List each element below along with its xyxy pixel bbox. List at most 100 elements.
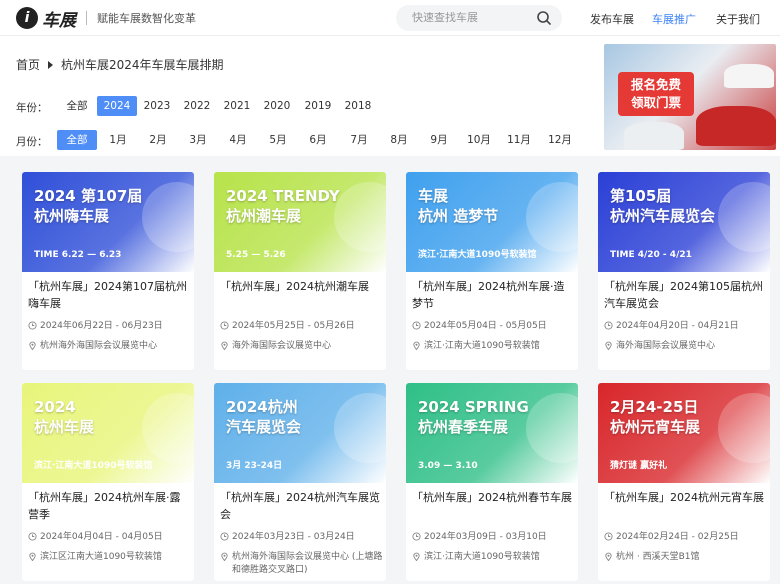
poster-decoration: [334, 393, 386, 463]
month-option-4[interactable]: 4月: [218, 130, 258, 150]
expo-poster-image[interactable]: 2024 杭州车展滨江·江南大道1090号软装馆: [22, 383, 194, 483]
year-option-0[interactable]: 全部: [58, 96, 96, 116]
poster-headline: 2024杭州 汽车展览会: [226, 398, 302, 436]
clock-icon: [220, 532, 229, 541]
clock-icon: [604, 532, 613, 541]
expo-card-title[interactable]: 「杭州车展」2024杭州春节车展: [412, 489, 572, 506]
month-option-6[interactable]: 6月: [298, 130, 338, 150]
year-option-3[interactable]: 2022: [178, 96, 216, 116]
expo-card[interactable]: 2024 TRENDY 杭州潮车展 5.25 — 5.26 「杭州车展」2024杭州…: [214, 172, 386, 370]
expo-card-title[interactable]: 「杭州车展」2024第105届杭州汽车展览会: [604, 278, 764, 312]
year-option-4[interactable]: 2021: [218, 96, 256, 116]
breadcrumb-arrow-icon: [48, 60, 54, 69]
nav-about-us[interactable]: 关于我们: [716, 11, 760, 27]
expo-card-location: 杭州海外海国际会议展览中心: [28, 340, 192, 353]
poster-headline: 2024 SPRING 杭州春季车展: [418, 398, 529, 436]
banner-car-shape: [696, 106, 776, 146]
clock-icon: [28, 532, 37, 541]
poster-headline: 2月24-25日 杭州元宵车展: [610, 398, 701, 436]
location-pin-icon: [413, 341, 420, 350]
banner-car-shape: [624, 122, 684, 150]
poster-subline: TIME 6.22 — 6.23: [34, 250, 122, 260]
expo-card[interactable]: 第105届 杭州汽车展览会 TIME 4/20 - 4/21 「杭州车展」2024第…: [598, 172, 770, 370]
poster-decoration: [142, 182, 194, 252]
location-pin-icon: [221, 341, 228, 350]
expo-poster-image[interactable]: 2024 TRENDY 杭州潮车展 5.25 — 5.26: [214, 172, 386, 272]
logo-divider: [86, 11, 87, 25]
poster-headline: 2024 杭州车展: [34, 398, 95, 436]
location-pin-icon: [29, 552, 36, 561]
breadcrumb: 首页 杭州车展2024年车展车展排期: [16, 56, 224, 73]
month-option-1[interactable]: 1月: [98, 130, 138, 150]
poster-subline: 滨江·江南大道1090号软装馆: [418, 250, 537, 260]
poster-headline: 车展 杭州 造梦节: [418, 187, 499, 225]
search-box[interactable]: [396, 5, 562, 31]
expo-card[interactable]: 2024 SPRING 杭州春季车展 3.09 — 3.10 「杭州车展」2024杭…: [406, 383, 578, 581]
site-slogan: 赋能车展数智化变革: [97, 12, 196, 25]
expo-card-date: 2024年04月20日 - 04月21日: [604, 320, 768, 333]
month-option-2[interactable]: 2月: [138, 130, 178, 150]
month-option-0[interactable]: 全部: [57, 130, 97, 150]
breadcrumb-home[interactable]: 首页: [16, 56, 40, 73]
month-filter-label: 月份：: [16, 136, 48, 148]
nav-expo-promotion[interactable]: 车展推广: [652, 11, 696, 27]
search-icon[interactable]: [536, 10, 552, 26]
month-option-10[interactable]: 10月: [459, 130, 499, 150]
year-option-5[interactable]: 2020: [258, 96, 296, 116]
nav-publish-expo[interactable]: 发布车展: [590, 11, 634, 27]
expo-card[interactable]: 2024杭州 汽车展览会 3月 23-24日「杭州车展」2024杭州汽车展览会 20…: [214, 383, 386, 581]
expo-card[interactable]: 2024 杭州车展滨江·江南大道1090号软装馆「杭州车展」2024杭州车展·露…: [22, 383, 194, 581]
expo-card-location: 杭州 · 西溪天堂B1馆: [604, 551, 768, 564]
expo-card-title[interactable]: 「杭州车展」2024杭州车展·造梦节: [412, 278, 572, 312]
expo-poster-image[interactable]: 车展 杭州 造梦节滨江·江南大道1090号软装馆: [406, 172, 578, 272]
poster-decoration: [526, 393, 578, 463]
expo-card-title[interactable]: 「杭州车展」2024杭州元宵车展: [604, 489, 764, 506]
clock-icon: [604, 321, 613, 330]
year-option-6[interactable]: 2019: [299, 96, 337, 116]
poster-decoration: [718, 182, 770, 252]
promo-banner[interactable]: 报名免费 领取门票: [604, 44, 776, 150]
month-option-11[interactable]: 11月: [499, 130, 539, 150]
expo-poster-image[interactable]: 2024 SPRING 杭州春季车展 3.09 — 3.10: [406, 383, 578, 483]
expo-card-date: 2024年03月23日 - 03月24日: [220, 531, 384, 544]
breadcrumb-current: 杭州车展2024年车展车展排期: [61, 58, 224, 72]
expo-poster-image[interactable]: 2月24-25日 杭州元宵车展 猜灯谜 赢好礼: [598, 383, 770, 483]
month-option-12[interactable]: 12月: [540, 130, 580, 150]
month-option-8[interactable]: 8月: [379, 130, 419, 150]
expo-card-title[interactable]: 「杭州车展」2024杭州车展·露营季: [28, 489, 188, 523]
expo-card-title[interactable]: 「杭州车展」2024杭州潮车展: [220, 278, 380, 295]
expo-card-date: 2024年06月22日 - 06月23日: [28, 320, 192, 333]
month-option-5[interactable]: 5月: [258, 130, 298, 150]
poster-decoration: [526, 182, 578, 252]
year-option-1[interactable]: 2024: [97, 96, 137, 116]
location-pin-icon: [29, 341, 36, 350]
poster-subline: 滨江·江南大道1090号软装馆: [34, 461, 153, 471]
banner-line-2: 领取门票: [630, 95, 681, 110]
expo-poster-image[interactable]: 2024杭州 汽车展览会 3月 23-24日: [214, 383, 386, 483]
clock-icon: [412, 321, 421, 330]
expo-poster-image[interactable]: 2024 第107届 杭州嗨车展 TIME 6.22 — 6.23: [22, 172, 194, 272]
expo-card[interactable]: 2月24-25日 杭州元宵车展 猜灯谜 赢好礼「杭州车展」2024杭州元宵车展 20…: [598, 383, 770, 581]
expo-card-date: 2024年02月24日 - 02月25日: [604, 531, 768, 544]
expo-card-location: 滨江·江南大道1090号软装馆: [412, 340, 576, 353]
expo-card-title[interactable]: 「杭州车展」2024杭州汽车展览会: [220, 489, 380, 523]
location-pin-icon: [605, 552, 612, 561]
poster-headline: 2024 第107届 杭州嗨车展: [34, 187, 143, 225]
search-input[interactable]: [412, 12, 530, 24]
location-pin-icon: [221, 552, 228, 561]
poster-decoration: [718, 393, 770, 463]
logo-text: 车展: [42, 10, 76, 31]
year-option-2[interactable]: 2023: [138, 96, 176, 116]
expo-card[interactable]: 车展 杭州 造梦节 滨江·江南大道1090号软装馆 「杭州车展」2024杭州车展·造…: [406, 172, 578, 370]
site-logo[interactable]: i 车展 赋能车展数智化变革: [16, 7, 196, 31]
expo-card-title[interactable]: 「杭州车展」2024第107届杭州嗨车展: [28, 278, 188, 312]
year-option-7[interactable]: 2018: [339, 96, 377, 116]
month-option-9[interactable]: 9月: [419, 130, 459, 150]
month-option-3[interactable]: 3月: [178, 130, 218, 150]
expo-poster-image[interactable]: 第105届 杭州汽车展览会 TIME 4/20 - 4/21: [598, 172, 770, 272]
expo-card-location: 杭州海外海国际会议展览中心 (上塘路和德胜路交叉路口): [220, 551, 384, 577]
banner-line-1: 报名免费: [630, 77, 681, 92]
location-pin-icon: [605, 341, 612, 350]
month-option-7[interactable]: 7月: [339, 130, 379, 150]
expo-card[interactable]: 2024 第107届 杭州嗨车展 TIME 6.22 — 6.23 「杭州车展」20…: [22, 172, 194, 370]
